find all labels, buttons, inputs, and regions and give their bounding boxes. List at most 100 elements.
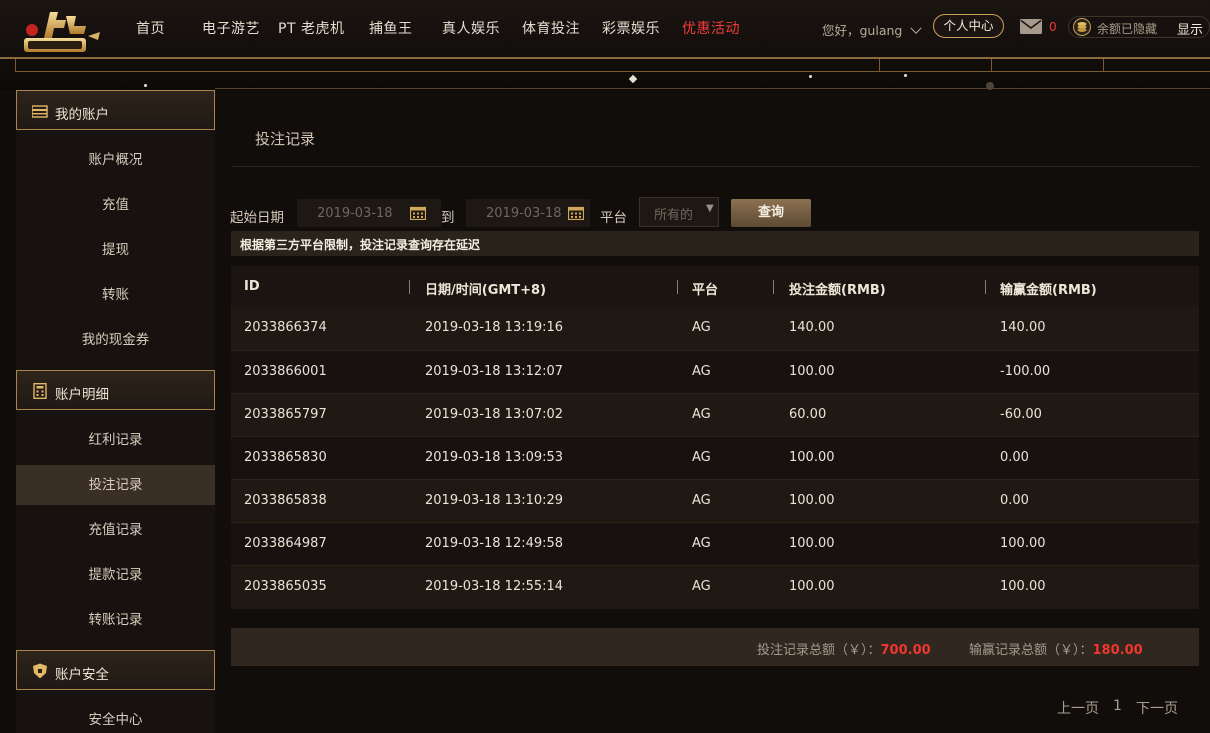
cell-win-loss: 100.00: [1000, 579, 1046, 594]
cell-datetime: 2019-03-18 13:07:02: [425, 407, 564, 422]
decorative-strip: [0, 59, 1210, 90]
nav-live-casino[interactable]: 真人娱乐: [442, 18, 500, 38]
prev-page-link[interactable]: 上一页: [1057, 698, 1099, 718]
cell-platform: AG: [692, 320, 711, 335]
cell-id: 2033865838: [244, 493, 327, 508]
cell-datetime: 2019-03-18 13:09:53: [425, 450, 564, 465]
bet-total: 投注记录总额（￥）：700.00: [757, 639, 931, 658]
page-number[interactable]: 1: [1113, 698, 1122, 714]
balance-hidden-text: 余额已隐藏: [1097, 22, 1158, 36]
top-bar: 首页 电子游艺 PT 老虎机 捕鱼王 真人娱乐 体育投注 彩票娱乐 优惠活动 您…: [0, 0, 1210, 57]
cell-platform: AG: [692, 364, 711, 379]
calendar-icon[interactable]: [568, 206, 584, 220]
strip-bottom-line: [215, 88, 1210, 89]
nav-electronic-games[interactable]: 电子游艺: [202, 18, 260, 38]
win-total: 输赢记录总额（￥）：180.00: [969, 639, 1143, 658]
sidebar-item-bonus-records[interactable]: 红利记录: [16, 420, 215, 460]
cell-win-loss: 0.00: [1000, 493, 1029, 508]
cell-bet-amount: 100.00: [789, 493, 835, 508]
cell-bet-amount: 100.00: [789, 364, 835, 379]
personal-center-button[interactable]: 个人中心: [933, 14, 1004, 38]
cell-bet-amount: 100.00: [789, 536, 835, 551]
sidebar-item-deposit-records[interactable]: 充值记录: [16, 510, 215, 550]
mail-icon[interactable]: [1020, 19, 1042, 34]
cell-platform: AG: [692, 536, 711, 551]
table-row: 2033865797 2019-03-18 13:07:02 AG 60.00 …: [231, 394, 1199, 437]
start-date-label: 起始日期: [230, 210, 284, 226]
sidebar-item-security-center[interactable]: 安全中心: [16, 700, 215, 733]
show-balance-button[interactable]: 显示: [1177, 19, 1203, 38]
sidebar-item-withdrawal-records[interactable]: 提款记录: [16, 555, 215, 595]
logo-icon: [24, 12, 100, 52]
chevron-down-icon: [910, 22, 923, 34]
cell-datetime: 2019-03-18 13:19:16: [425, 320, 564, 335]
nav-pt-slots[interactable]: PT 老虎机: [278, 18, 344, 38]
sidebar-item-bet-records[interactable]: 投注记录: [16, 465, 215, 505]
sidebar-item-withdraw[interactable]: 提现: [16, 230, 215, 270]
nav-sports[interactable]: 体育投注: [522, 18, 580, 38]
strip-tick: [1103, 59, 1104, 72]
cell-win-loss: 100.00: [1000, 536, 1046, 551]
sidebar-section-my-account: 我的账户: [16, 90, 215, 130]
calendar-icon[interactable]: [410, 206, 426, 220]
column-separator: [773, 280, 774, 294]
column-header-datetime: 日期/时间(GMT+8): [425, 283, 547, 298]
coin-icon: [1073, 18, 1091, 36]
platform-select[interactable]: 所有的 ▼: [639, 197, 719, 227]
user-greeting[interactable]: 您好，gulang: [822, 20, 923, 39]
cell-datetime: 2019-03-18 12:55:14: [425, 579, 564, 594]
cell-id: 2033866374: [244, 320, 327, 335]
cell-id: 2033864987: [244, 536, 327, 551]
sidebar-item-transfer[interactable]: 转账: [16, 275, 215, 315]
nav-lottery[interactable]: 彩票娱乐: [602, 18, 660, 38]
strip-tick: [879, 59, 880, 72]
cell-win-loss: -100.00: [1000, 364, 1051, 379]
sidebar-section-title: 我的账户: [55, 107, 109, 123]
table-row: 2033866001 2019-03-18 13:12:07 AG 100.00…: [231, 351, 1199, 394]
strip-tick: [15, 59, 16, 72]
nav-promotions[interactable]: 优惠活动: [682, 18, 740, 38]
greeting-text: 您好，gulang: [822, 23, 903, 38]
sidebar-item-account-overview[interactable]: 账户概况: [16, 140, 215, 180]
sparkle-icon: [144, 84, 147, 87]
win-total-amount: 180.00: [1092, 643, 1143, 658]
sparkle-icon: [809, 75, 812, 78]
nav-home[interactable]: 首页: [136, 18, 165, 38]
cell-platform: AG: [692, 493, 711, 508]
cell-bet-amount: 140.00: [789, 320, 835, 335]
cell-bet-amount: 100.00: [789, 579, 835, 594]
cell-datetime: 2019-03-18 13:10:29: [425, 493, 564, 508]
to-label: 到: [441, 210, 455, 226]
sparkle-icon: [904, 74, 907, 77]
site-logo[interactable]: [14, 6, 104, 56]
table-row: 2033865035 2019-03-18 12:55:14 AG 100.00…: [231, 566, 1199, 609]
column-header-platform: 平台: [692, 283, 719, 298]
cell-bet-amount: 100.00: [789, 450, 835, 465]
table-row: 2033864987 2019-03-18 12:49:58 AG 100.00…: [231, 523, 1199, 566]
query-button[interactable]: 查询: [731, 199, 811, 227]
sidebar-section-account-security: 账户安全: [16, 650, 215, 690]
sidebar-item-deposit[interactable]: 充值: [16, 185, 215, 225]
delay-notice: 根据第三方平台限制，投注记录查询存在延迟: [231, 231, 1199, 256]
account-sidebar: 我的账户 账户概况 充值 提现 转账 我的现金券 账户明细 红利记录 投注记录 …: [16, 90, 215, 733]
cell-datetime: 2019-03-18 12:49:58: [425, 536, 564, 551]
next-page-link[interactable]: 下一页: [1136, 698, 1178, 718]
sidebar-section-title: 账户明细: [55, 387, 109, 403]
sidebar-item-cash-coupons[interactable]: 我的现金券: [16, 320, 215, 360]
totals-bar: 投注记录总额（￥）：700.00 输赢记录总额（￥）：180.00: [231, 628, 1199, 666]
nav-fishing[interactable]: 捕鱼王: [369, 18, 413, 38]
table-header: ID 日期/时间(GMT+8) 平台 投注金额(RMB) 输赢金额(RMB): [231, 266, 1199, 307]
platform-label: 平台: [600, 210, 627, 226]
column-header-bet-amount: 投注金额(RMB): [789, 283, 886, 298]
cell-bet-amount: 60.00: [789, 407, 827, 422]
bet-total-label: 投注记录总额（￥）：: [757, 643, 881, 658]
main-content: 投注记录 起始日期 到 平台 所有的 ▼ 查询 根据第三方平台限制，投注记录查询…: [215, 90, 1210, 733]
strip-tick: [991, 59, 992, 72]
win-total-label: 输赢记录总额（￥）：: [969, 643, 1093, 658]
platform-select-value: 所有的: [654, 208, 694, 223]
sidebar-item-transfer-records[interactable]: 转账记录: [16, 600, 215, 640]
column-header-win-loss: 输赢金额(RMB): [1000, 283, 1097, 298]
bet-total-amount: 700.00: [880, 643, 931, 658]
cell-win-loss: -60.00: [1000, 407, 1042, 422]
sidebar-section-title: 账户安全: [55, 667, 109, 683]
